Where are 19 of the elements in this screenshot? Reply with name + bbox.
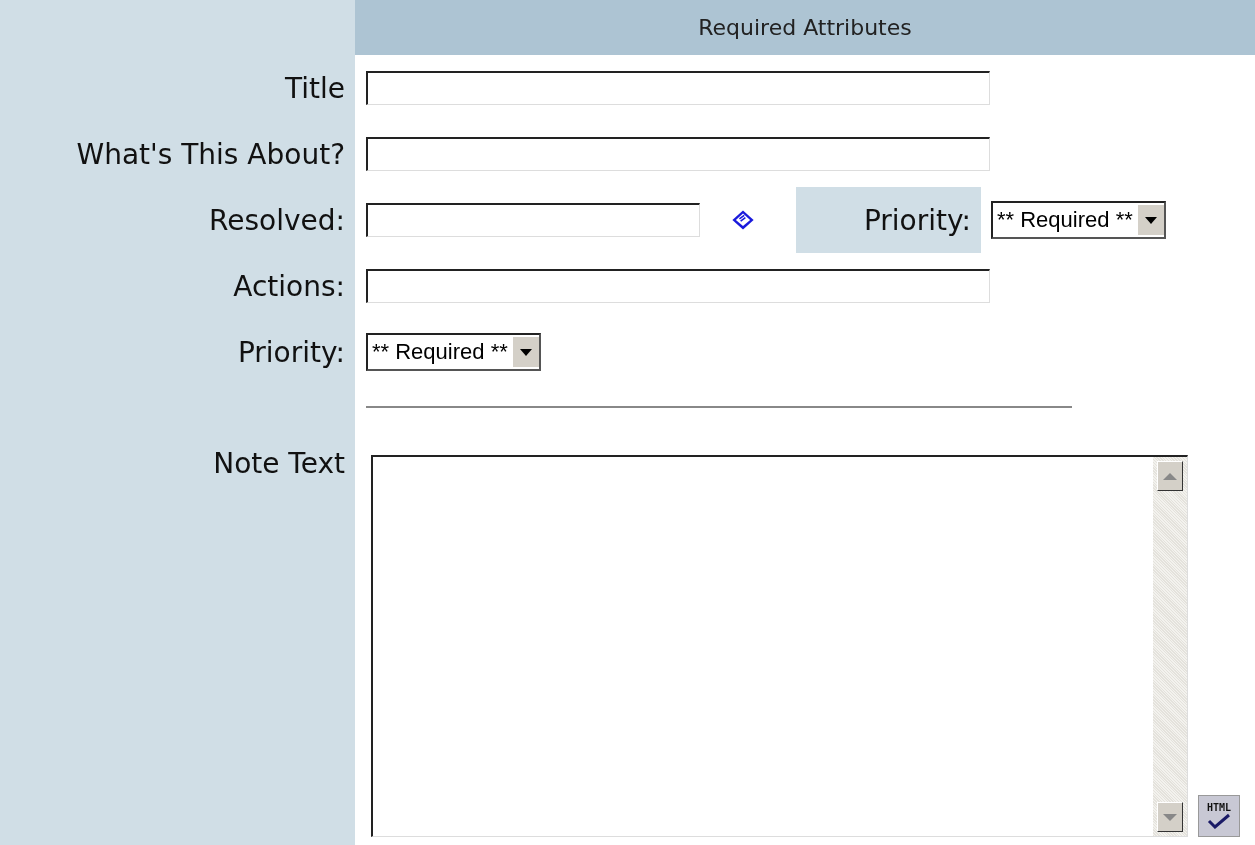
scroll-down-button[interactable] (1157, 802, 1183, 832)
field-label: Resolved: (209, 203, 345, 237)
note-text-field[interactable] (371, 455, 1188, 837)
check-mark-icon (1206, 813, 1232, 829)
text-field[interactable] (366, 269, 990, 303)
scroll-up-button[interactable] (1157, 461, 1183, 491)
field-label: Priority: (237, 335, 345, 369)
field-label: What's This About? (76, 137, 345, 171)
priority-select[interactable]: ** Required ** (366, 333, 541, 371)
field-label: Actions: (233, 269, 345, 303)
field-label: Title (285, 71, 345, 105)
field-label: Priority: (863, 203, 971, 237)
text-field[interactable] (366, 137, 990, 171)
text-field[interactable] (366, 71, 990, 105)
field-label: Note Text (213, 447, 345, 480)
priority-select[interactable]: ** Required ** (991, 201, 1166, 239)
html-check-button[interactable]: HTML (1198, 795, 1240, 837)
date-field[interactable] (366, 203, 700, 237)
section-header: Required Attributes (355, 0, 1255, 55)
